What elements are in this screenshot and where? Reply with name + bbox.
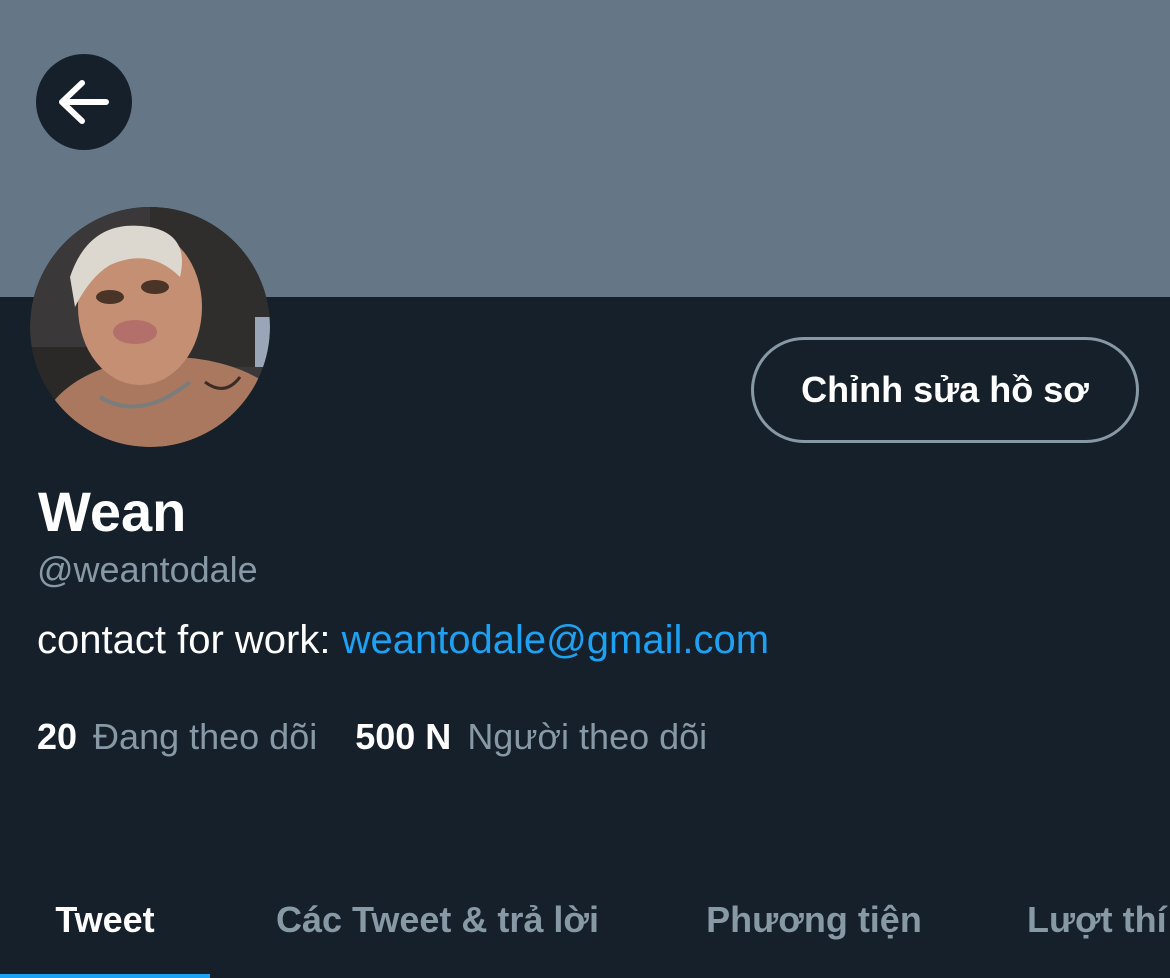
following-count: 20 [37,716,78,757]
avatar[interactable] [30,207,270,447]
followers-label: Người theo dõi [467,716,708,757]
tab-likes[interactable]: Lượt thí [963,862,1170,978]
follow-stats: 20 Đang theo dõi 500 N Người theo dõi [37,714,707,760]
edit-profile-button[interactable]: Chỉnh sửa hồ sơ [751,337,1139,443]
tab-tweets-and-replies[interactable]: Các Tweet & trả lời [210,862,665,978]
followers-stat[interactable]: 500 N Người theo dõi [355,714,707,760]
display-name: Wean [38,480,187,543]
tab-media[interactable]: Phương tiện [665,862,963,978]
following-stat[interactable]: 20 Đang theo dõi [37,714,317,760]
following-label: Đang theo dõi [93,716,318,757]
arrow-left-icon [59,80,109,124]
followers-count: 500 N [355,716,452,757]
back-button[interactable] [36,54,132,150]
user-handle: @weantodale [37,549,258,590]
profile-tabs: Tweet Các Tweet & trả lời Phương tiện Lư… [0,862,1170,978]
bio-text: contact for work: [37,618,342,662]
bio-email-link[interactable]: weantodale@gmail.com [342,618,769,662]
profile-photo [30,207,270,447]
tab-tweets[interactable]: Tweet [0,862,210,978]
bio: contact for work: weantodale@gmail.com [37,616,769,664]
